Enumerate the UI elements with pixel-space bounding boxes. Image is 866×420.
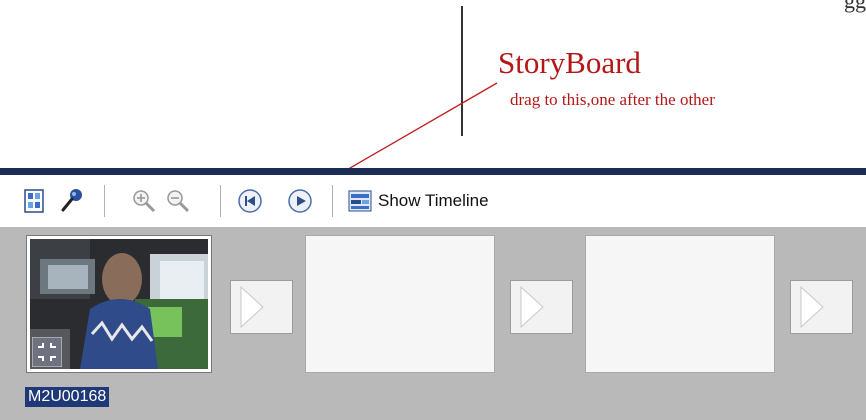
narrate-button[interactable]: [58, 187, 86, 215]
play-button[interactable]: [286, 187, 314, 215]
clip-thumbnail[interactable]: [26, 235, 212, 373]
transition-arrow-icon: [520, 285, 544, 329]
rewind-button[interactable]: [236, 187, 264, 215]
toolbar-separator: [220, 185, 221, 217]
toolbar-separator: [332, 185, 333, 217]
zoom-out-icon: [167, 190, 190, 213]
zoom-out-button[interactable]: [164, 187, 192, 215]
play-icon: [288, 189, 312, 213]
transition-slot[interactable]: [510, 280, 573, 334]
storyboard-slot[interactable]: [305, 235, 495, 373]
transition-arrow-icon: [240, 285, 264, 329]
timeline-icon: [348, 190, 372, 212]
window-top-bar: [0, 168, 866, 175]
storyboard-slot[interactable]: [585, 235, 775, 373]
upper-area: gg StoryBoard drag to this,one after the…: [0, 0, 866, 168]
storyboard-view-button[interactable]: [20, 187, 48, 215]
clip-preview-image: [30, 239, 208, 369]
zoom-in-icon: [133, 190, 156, 213]
partial-text: gg: [844, 0, 866, 13]
annotation-title: StoryBoard: [498, 45, 641, 80]
transition-arrow-icon: [800, 285, 824, 329]
toolbar-separator: [104, 185, 105, 217]
show-timeline-button[interactable]: Show Timeline: [348, 187, 489, 215]
transition-slot[interactable]: [230, 280, 293, 334]
show-timeline-label: Show Timeline: [378, 191, 489, 210]
clip-name-label[interactable]: M2U00168: [25, 387, 110, 407]
storyboard-icon: [24, 189, 44, 213]
annotation-subtitle: drag to this,one after the other: [510, 90, 715, 109]
media-badge-icon: [32, 337, 62, 367]
zoom-in-button[interactable]: [130, 187, 158, 215]
storyboard-toolbar: Show Timeline: [0, 175, 866, 227]
separator-line: [461, 6, 463, 136]
narrate-icon: [61, 189, 82, 212]
transition-slot[interactable]: [790, 280, 853, 334]
rewind-icon: [238, 189, 262, 213]
storyboard-panel: M2U00168: [0, 227, 866, 420]
